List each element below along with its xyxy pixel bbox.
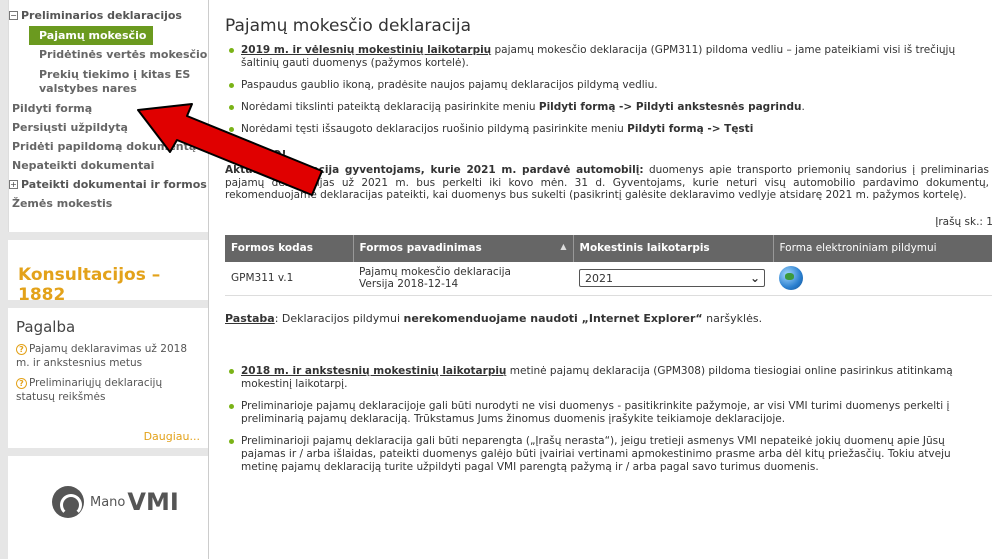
form-version: Versija 2018-12-14 [359,278,459,291]
notice-bold: Aktuali informacija gyventojams, kurie 2… [225,164,644,176]
menu-item-forward[interactable]: Persiųsti užpildytą [9,118,208,137]
cell-form-name: Pajamų mokesčio deklaracija Versija 2018… [353,261,573,296]
note-text: : Deklaracijos pildymui [274,312,404,325]
col-form-name-label: Formos pavadinimas [359,242,482,254]
page: − Preliminarios deklaracijos Pajamų moke… [0,0,992,559]
collapse-icon[interactable]: − [9,11,18,20]
table-row: GPM311 v.1 Pajamų mokesčio deklaracija V… [225,261,992,296]
note-text: naršyklės. [702,312,763,325]
sidebar-menu: − Preliminarios deklaracijos Pajamų moke… [8,0,208,232]
attention-heading: DĖMESIO! [225,148,287,161]
vmi-logo-text: Mano [90,494,126,510]
menu-path-text: Pildyti formą -> Pildyti ankstesnės pagr… [538,101,802,113]
menu-item-add-document[interactable]: Pridėti papildomą dokumentą [9,137,208,156]
menu-item-not-submitted[interactable]: Nepateikti dokumentai [9,156,208,175]
list-item: Norėdami tęsti išsaugoto deklaracijos ru… [225,123,985,136]
tax-period-value: 2021 [585,271,613,285]
list-item: 2018 m. ir ankstesnių mokestinių laikota… [225,365,985,391]
menu-group-preliminary[interactable]: − Preliminarios deklaracijos [9,6,208,25]
help-link[interactable]: ? Pajamų deklaravimas už 2018 m. ir ankst… [16,342,200,370]
chevron-down-icon: ⌄ [749,271,760,286]
consultation-label: Konsultacijos – 1882 [18,265,161,305]
menu-item-income-tax[interactable]: Pajamų mokesčio [29,26,153,45]
cell-tax-period: 2021 ⌄ [573,261,773,296]
cell-form-code: GPM311 v.1 [225,261,353,296]
list-item-text: Paspaudus gaublio ikoną, pradėsite naujo… [241,79,658,91]
menu-item-fill-form[interactable]: Pildyti formą [9,99,208,118]
sidebar: − Preliminarios deklaracijos Pajamų moke… [0,0,208,559]
expand-icon[interactable]: + [9,180,18,189]
vmi-logo-text-bold: VMI [127,488,179,516]
col-form-code[interactable]: Formos kodas [225,234,354,262]
record-count: Įrašų sk.: 1 [935,215,992,228]
col-electronic-form[interactable]: Forma elektroniniam pildymui [773,234,992,262]
question-icon: ? [16,344,27,355]
menu-group-submitted[interactable]: + Pateikti dokumentai ir formos [9,175,208,194]
list-item: Preliminarioji pajamų deklaracija gali b… [225,435,985,474]
col-form-name[interactable]: Formos pavadinimas ▲ [353,234,574,262]
note-bold: nerekomenduojame naudoti „Internet Explo… [403,312,703,325]
form-name: Pajamų mokesčio deklaracija [359,266,511,279]
menu-item-eu-supply[interactable]: Prekių tiekimo į kitas ES valstybes nare… [9,65,208,99]
menu-path-text: Pildyti formą -> Tęsti [627,123,754,135]
menu-item-land-tax[interactable]: Žemės mokestis [9,194,208,213]
consultation-banner[interactable]: Konsultacijos – 1882 [8,240,208,305]
period-link-2018[interactable]: 2018 m. ir ankstesnių mokestinių laikota… [241,365,506,377]
help-link[interactable]: ? Preliminariųjų deklaracijų statusų reik… [16,376,200,404]
list-item-text: Preliminarioji pajamų deklaracija gali b… [241,435,951,473]
list-item-text: Norėdami tęsti išsaugoto deklaracijos ru… [241,123,628,135]
vmi-logo-icon [52,486,84,518]
globe-icon[interactable] [779,266,803,291]
main-content: Pajamų mokesčio deklaracija 2019 m. ir v… [208,0,992,559]
help-panel: Pagalba ? Pajamų deklaravimas už 2018 m. … [8,308,208,448]
list-item: Preliminarioje pajamų deklaracijoje gali… [225,400,985,426]
col-tax-period[interactable]: Mokestinis laikotarpis [573,234,774,262]
menu-group-label: Preliminarios deklaracijos [21,9,182,22]
list-item: Norėdami tikslinti pateiktą deklaraciją … [225,101,985,114]
mano-vmi-banner[interactable]: Mano VMI [8,456,208,559]
list-item: Paspaudus gaublio ikoną, pradėsite naujo… [225,79,985,92]
help-link-text[interactable]: Preliminariųjų deklaracijų statusų reikš… [16,377,162,403]
help-link-text[interactable]: Pajamų deklaravimas už 2018 m. ir ankste… [16,343,187,369]
list-item: 2019 m. ir vėlesnių mokestinių laikotarp… [225,44,985,70]
list-item-text: . [801,101,805,113]
more-link[interactable]: Daugiau... [144,430,200,443]
page-title: Pajamų mokesčio deklaracija [225,16,472,36]
note: Pastaba: Deklaracijos pildymui nerekomen… [225,312,992,325]
forms-table: Formos kodas Formos pavadinimas ▲ Mokest… [225,234,992,296]
menu-group-label: Pateikti dokumentai ir formos [21,178,207,191]
tax-period-select[interactable]: 2021 ⌄ [579,269,765,288]
cell-electronic-form [773,261,992,296]
sort-arrow-icon: ▲ [560,242,567,251]
note-label: Pastaba [225,312,275,325]
period-link-2019[interactable]: 2019 m. ir vėlesnių mokestinių laikotarp… [241,44,491,56]
list-item-text: Preliminarioje pajamų deklaracijoje gali… [241,400,950,425]
question-icon: ? [16,378,27,389]
notice-text: Aktuali informacija gyventojams, kurie 2… [225,164,989,202]
list-item-text: Norėdami tikslinti pateiktą deklaraciją … [241,101,539,113]
menu-item-vat[interactable]: Pridėtinės vertės mokesčio [9,45,208,65]
help-title: Pagalba [16,318,76,336]
mano-vmi-logo[interactable]: Mano VMI [52,486,179,518]
